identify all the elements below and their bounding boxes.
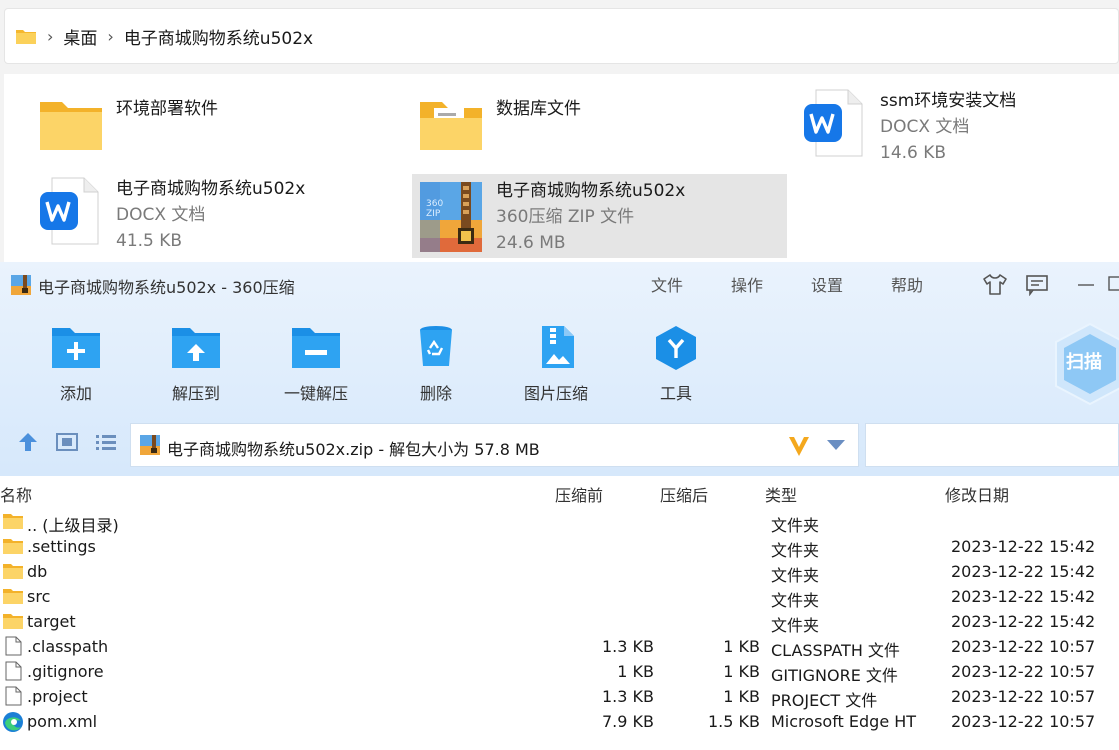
360zip-icon: 360 ZIP [418,178,488,252]
zip-header: 电子商城购物系统u502x - 360压缩 文件 操作 设置 帮助 添加 解压到… [0,262,1119,476]
toolbar-label: 解压到 [171,384,220,403]
file-type: DOCX 文档 [116,205,206,225]
svg-text:360: 360 [426,199,443,209]
360zip-app-icon [10,274,32,296]
chevron-down-icon[interactable] [827,440,845,450]
one-click-extract-icon [290,324,342,370]
file-name: ssm环境安装文档 [880,91,1017,111]
file-name: 环境部署软件 [116,99,218,119]
folder-icon [2,611,24,631]
archive-path-text: 电子商城购物系统u502x.zip - 解包大小为 57.8 MB [167,440,540,459]
breadcrumb-current-folder[interactable]: 电子商城购物系统u502x [124,24,313,49]
thumbnail-view-icon[interactable] [55,430,79,454]
delete-button[interactable]: 删除 [386,324,486,404]
table-row[interactable]: src 文件夹 2023-12-22 15:42 [0,584,1119,610]
column-header: 名称 压缩前 压缩后 类型 修改日期 [0,476,1119,506]
archive-path-field[interactable]: 电子商城购物系统u502x.zip - 解包大小为 57.8 MB [130,423,859,467]
file-icon [2,661,24,681]
path-row: 电子商城购物系统u502x.zip - 解包大小为 57.8 MB [0,418,1119,476]
file-size: 24.6 MB [496,233,566,253]
folder-icon [2,586,24,606]
file-name: 电子商城购物系统u502x [116,179,306,199]
minimize-icon[interactable] [1074,272,1100,296]
menu-file[interactable]: 文件 [651,272,683,296]
recycle-bin-icon [410,324,462,370]
table-row[interactable]: .project 1.3 KB 1 KB PROJECT 文件 2023-12-… [0,684,1119,710]
file-name: 电子商城购物系统u502x [496,181,686,201]
file-name: 数据库文件 [496,99,581,119]
folder-tile[interactable]: 环境部署软件 [38,96,408,156]
file-size: 14.6 KB [880,143,947,163]
column-after[interactable]: 压缩后 [660,482,708,506]
window-title: 电子商城购物系统u502x - 360压缩 [38,278,295,297]
v-logo-icon[interactable] [787,434,811,458]
menu-operation[interactable]: 操作 [731,272,763,296]
column-name[interactable]: 名称 [0,482,32,506]
image-compress-icon [530,324,582,370]
360zip-file-icon [139,434,161,456]
table-row[interactable]: target 文件夹 2023-12-22 15:42 [0,609,1119,635]
image-compress-button[interactable]: 图片压缩 [506,324,606,404]
folder-icon [38,96,108,166]
add-folder-icon [50,324,102,370]
table-row[interactable]: .classpath 1.3 KB 1 KB CLASSPATH 文件 2023… [0,634,1119,660]
file-icon [2,686,24,706]
folder-icon [15,27,37,45]
folder-icon [2,561,24,581]
zip-tile[interactable]: 360 ZIP 电子商城购物系统u502x 360压缩 ZIP 文件 24.6 … [412,174,787,258]
edge-icon [2,711,24,732]
skin-shirt-icon[interactable] [982,272,1008,296]
chevron-right-icon: › [47,26,54,46]
svg-text:ZIP: ZIP [426,209,441,219]
folder-tile[interactable]: 数据库文件 [418,96,788,156]
file-explorer: › 桌面 › 电子商城购物系统u502x 环境部署软件 数据库文件 ssm环境安… [0,0,1119,262]
list-view-icon[interactable] [94,430,118,454]
toolbar-label: 删除 [419,384,452,403]
table-row[interactable]: .gitignore 1 KB 1 KB GITIGNORE 文件 2023-1… [0,659,1119,685]
address-bar[interactable]: › 桌面 › 电子商城购物系统u502x [4,8,1119,64]
column-type[interactable]: 类型 [765,482,797,506]
file-list: 环境部署软件 数据库文件 ssm环境安装文档 DOCX 文档 14.6 KB 电… [4,74,1119,262]
file-type: 360压缩 ZIP 文件 [496,207,635,227]
table-row[interactable]: pom.xml 7.9 KB 1.5 KB Microsoft Edge HT … [0,709,1119,734]
toolbar-label: 图片压缩 [523,384,588,403]
tools-hexagon-icon [650,324,702,370]
add-button[interactable]: 添加 [26,324,126,404]
folder-icon [2,536,24,556]
chevron-right-icon: › [107,26,114,46]
extract-folder-icon [170,324,222,370]
table-row[interactable]: .. (上级目录) 文件夹 [0,509,1119,535]
up-arrow-icon[interactable] [16,430,40,454]
extract-to-button[interactable]: 解压到 [146,324,246,404]
docx-tile[interactable]: ssm环境安装文档 DOCX 文档 14.6 KB [802,88,1119,168]
tools-button[interactable]: 工具 [626,324,726,404]
file-size: 41.5 KB [116,231,183,251]
table-row[interactable]: .settings 文件夹 2023-12-22 15:42 [0,534,1119,560]
table-row[interactable]: db 文件夹 2023-12-22 15:42 [0,559,1119,585]
breadcrumb-desktop[interactable]: 桌面 [63,24,97,49]
file-icon [2,636,24,656]
folder-icon [2,511,24,531]
column-date[interactable]: 修改日期 [945,482,1009,506]
one-click-extract-button[interactable]: 一键解压 [266,324,366,404]
toolbar-label: 一键解压 [283,384,348,403]
scan-label: 扫描 [1066,352,1102,373]
docx-tile[interactable]: 电子商城购物系统u502x DOCX 文档 41.5 KB [38,176,408,256]
wps-word-icon [38,176,108,246]
feedback-icon[interactable] [1024,272,1050,297]
menu-settings[interactable]: 设置 [811,272,843,296]
column-before[interactable]: 压缩前 [555,482,603,506]
search-input[interactable] [865,423,1119,467]
menu-help[interactable]: 帮助 [891,272,923,296]
title-bar: 电子商城购物系统u502x - 360压缩 文件 操作 设置 帮助 [0,262,1119,308]
toolbar-label: 工具 [659,384,692,403]
zip-window: 电子商城购物系统u502x - 360压缩 文件 操作 设置 帮助 添加 解压到… [0,262,1119,750]
file-type: DOCX 文档 [880,117,970,137]
wps-word-icon [802,88,872,158]
maximize-icon[interactable] [1104,272,1119,296]
folder-icon [418,96,488,166]
toolbar-label: 添加 [59,384,92,403]
